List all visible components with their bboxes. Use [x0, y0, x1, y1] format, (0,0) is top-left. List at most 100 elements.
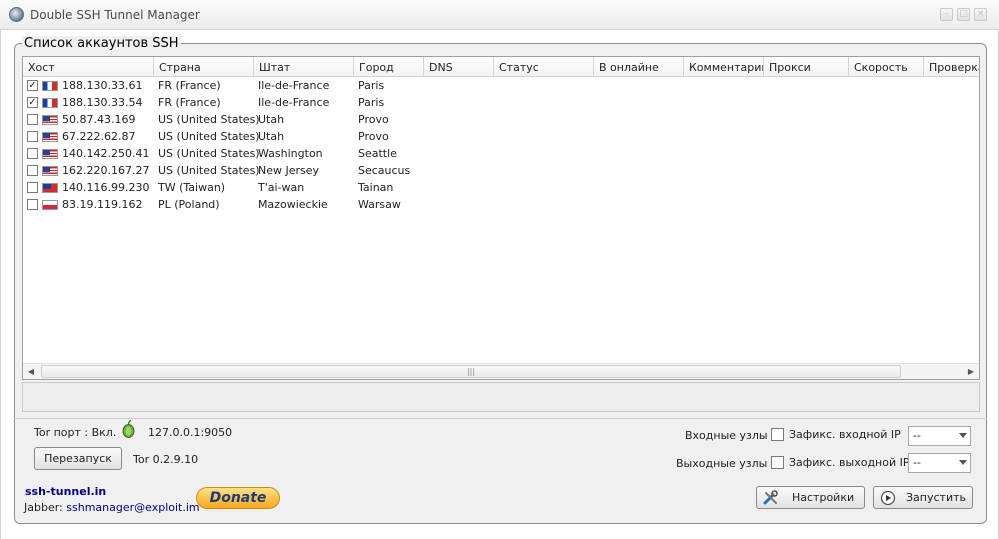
- cell-city: Warsaw: [358, 198, 401, 211]
- cell-state: Mazowieckie: [258, 198, 328, 211]
- scroll-left-icon[interactable]: ◀: [25, 366, 37, 378]
- status-bar: [22, 382, 980, 412]
- restart-button[interactable]: Перезапуск: [34, 447, 122, 470]
- cell-city: Seattle: [358, 147, 397, 160]
- row-checkbox[interactable]: [27, 182, 38, 193]
- maximize-button[interactable]: □: [957, 8, 970, 21]
- column-speed[interactable]: Скорость: [849, 57, 924, 77]
- fr-flag-icon: [42, 98, 58, 108]
- close-button[interactable]: ×: [974, 8, 987, 21]
- column-host[interactable]: Хост: [23, 57, 154, 77]
- title-bar: Double SSH Tunnel Manager – □ ×: [0, 0, 999, 30]
- fix-exit-ip-checkbox[interactable]: [771, 456, 784, 469]
- site-link[interactable]: ssh-tunnel.in: [25, 485, 106, 498]
- column-city[interactable]: Город: [354, 57, 424, 77]
- table-row[interactable]: ✓ 188.130.33.61 FR (France) Ile-de-France Pa…: [23, 77, 979, 94]
- tools-icon: [763, 490, 778, 505]
- cell-host: 140.142.250.41: [62, 147, 150, 160]
- tor-onion-icon: [122, 420, 135, 438]
- row-checkbox[interactable]: [27, 199, 38, 210]
- scroll-right-icon[interactable]: ▶: [965, 366, 977, 378]
- table-row[interactable]: 140.116.99.230 TW (Taiwan) T'ai-wan Tainan: [23, 179, 979, 196]
- row-checkbox[interactable]: [27, 114, 38, 125]
- cell-country: TW (Taiwan): [158, 181, 226, 194]
- accounts-list[interactable]: Хост Страна Штат Город DNS Статус В онла…: [22, 56, 980, 380]
- exit-nodes-select[interactable]: --: [908, 453, 971, 473]
- table-row[interactable]: 67.222.62.87 US (United States) Utah Provo: [23, 128, 979, 145]
- cell-city: Tainan: [358, 181, 394, 194]
- row-checkbox[interactable]: [27, 165, 38, 176]
- us-flag-icon: [42, 132, 58, 142]
- chevron-down-icon: [959, 433, 967, 438]
- cell-host: 67.222.62.87: [62, 130, 136, 143]
- cell-city: Paris: [358, 79, 385, 92]
- table-row[interactable]: ✓ 188.130.33.54 FR (France) Ile-de-France Pa…: [23, 94, 979, 111]
- row-checkbox[interactable]: ✓: [27, 97, 38, 108]
- column-proxy[interactable]: Прокси: [764, 57, 849, 77]
- settings-label: Настройки: [792, 491, 855, 504]
- settings-button[interactable]: Настройки: [756, 486, 865, 509]
- table-row[interactable]: 50.87.43.169 US (United States) Utah Provo: [23, 111, 979, 128]
- cell-country: US (United States): [158, 164, 260, 177]
- cell-city: Provo: [358, 113, 389, 126]
- row-checkbox[interactable]: ✓: [27, 80, 38, 91]
- accounts-group-title: Список аккаунтов SSH: [22, 36, 181, 51]
- start-label: Запустить: [906, 491, 966, 504]
- list-header: Хост Страна Штат Город DNS Статус В онла…: [23, 57, 979, 77]
- fix-exit-ip-label: Зафикс. выходной IP: [789, 456, 910, 469]
- play-icon: [880, 490, 896, 506]
- cell-state: Ile-de-France: [258, 96, 330, 109]
- cell-state: Utah: [258, 130, 285, 143]
- cell-country: US (United States): [158, 147, 260, 160]
- cell-host: 188.130.33.54: [62, 96, 143, 109]
- column-check[interactable]: Проверка: [924, 57, 979, 77]
- cell-city: Paris: [358, 96, 385, 109]
- donate-button[interactable]: Donate: [196, 487, 280, 509]
- entry-nodes-value: --: [913, 429, 921, 442]
- jabber-link[interactable]: sshmanager@exploit.im: [66, 501, 199, 514]
- cell-state: Utah: [258, 113, 285, 126]
- cell-host: 188.130.33.61: [62, 79, 143, 92]
- cell-host: 50.87.43.169: [62, 113, 136, 126]
- column-online[interactable]: В онлайне: [594, 57, 684, 77]
- fr-flag-icon: [42, 81, 58, 91]
- divider: [14, 418, 987, 419]
- column-state[interactable]: Штат: [254, 57, 354, 77]
- cell-city: Secaucus: [358, 164, 411, 177]
- entry-nodes-select[interactable]: --: [908, 426, 971, 446]
- table-row[interactable]: 140.142.250.41 US (United States) Washingt…: [23, 145, 979, 162]
- column-dns[interactable]: DNS: [424, 57, 494, 77]
- cell-host: 83.19.119.162: [62, 198, 143, 211]
- cell-country: FR (France): [158, 79, 221, 92]
- jabber-row: Jabber: sshmanager@exploit.im: [24, 501, 200, 514]
- window-title: Double SSH Tunnel Manager: [30, 8, 200, 22]
- tw-flag-icon: [42, 183, 58, 193]
- row-checkbox[interactable]: [27, 148, 38, 159]
- column-country[interactable]: Страна: [154, 57, 254, 77]
- fix-entry-ip-checkbox[interactable]: [771, 428, 784, 441]
- cell-state: Washington: [258, 147, 323, 160]
- table-row[interactable]: 83.19.119.162 PL (Poland) Mazowieckie Warsa…: [23, 196, 979, 213]
- cell-host: 140.116.99.230: [62, 181, 150, 194]
- tor-version: Tor 0.2.9.10: [133, 453, 199, 466]
- pl-flag-icon: [42, 200, 58, 210]
- minimize-button[interactable]: –: [940, 8, 953, 21]
- exit-nodes-value: --: [913, 456, 921, 469]
- scroll-thumb[interactable]: |||: [41, 365, 901, 378]
- exit-nodes-label: Выходные узлы :: [676, 457, 775, 470]
- cell-city: Provo: [358, 130, 389, 143]
- start-button[interactable]: Запустить: [873, 486, 973, 509]
- column-comments[interactable]: Комментарии: [684, 57, 764, 77]
- tor-port-label: Tor порт : Вкл.: [34, 426, 117, 439]
- cell-host: 162.220.167.27: [62, 164, 150, 177]
- row-checkbox[interactable]: [27, 131, 38, 142]
- table-row[interactable]: 162.220.167.27 US (United States) New Jers…: [23, 162, 979, 179]
- us-flag-icon: [42, 149, 58, 159]
- cell-country: US (United States): [158, 130, 260, 143]
- horizontal-scrollbar[interactable]: ◀ ||| ▶: [23, 363, 979, 379]
- entry-nodes-label: Входные узлы :: [685, 429, 775, 442]
- cell-state: T'ai-wan: [258, 181, 305, 194]
- column-status[interactable]: Статус: [494, 57, 594, 77]
- cell-state: New Jersey: [258, 164, 320, 177]
- us-flag-icon: [42, 166, 58, 176]
